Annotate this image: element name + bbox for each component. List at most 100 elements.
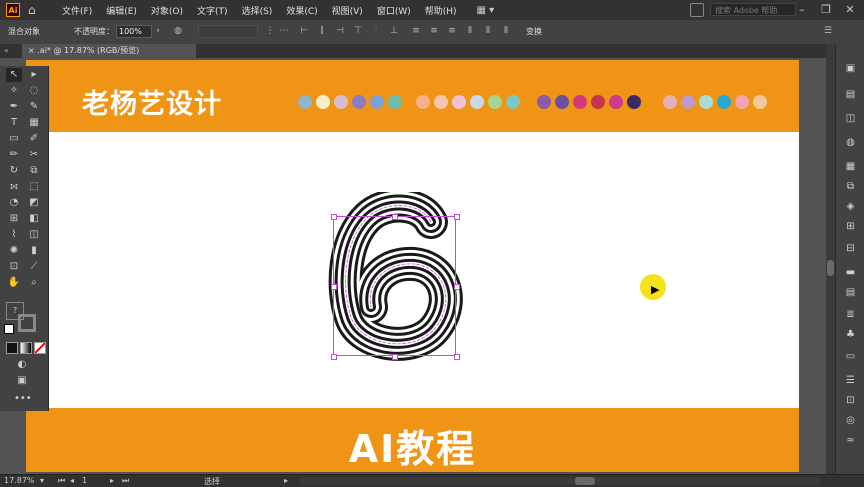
menu-object[interactable]: 对象(O) (151, 4, 183, 17)
vertical-scrollbar[interactable] (826, 44, 835, 474)
blend-tool-icon[interactable]: ◫ (26, 228, 42, 242)
zoom-level[interactable]: 17.87% (4, 476, 35, 485)
rectangle-tool-icon[interactable]: ▭ (6, 132, 22, 146)
type-tool-icon[interactable]: T (6, 116, 22, 130)
edit-toolbar-icon[interactable]: ••• (14, 392, 32, 406)
draw-mode-icon[interactable]: ◐ (14, 358, 30, 372)
menu-edit[interactable]: 编辑(E) (106, 4, 137, 17)
zoom-tool-icon[interactable]: ⌕ (26, 276, 42, 290)
artboard-tool-icon[interactable]: ⊡ (6, 260, 22, 274)
first-artboard-icon[interactable]: ⏮ (58, 476, 65, 486)
paragraph-panel-icon[interactable]: ▤ (843, 286, 858, 300)
menu-window[interactable]: 窗口(W) (377, 4, 411, 17)
menu-file[interactable]: 文件(F) (62, 4, 92, 17)
rotate-tool-icon[interactable]: ↻ (6, 164, 22, 178)
maximize-icon[interactable]: ❐ (814, 0, 838, 20)
distribute-vcenter-icon[interactable]: ≡ (428, 25, 440, 38)
direct-selection-tool-icon[interactable]: ▸ (26, 68, 42, 82)
gradient-tool-icon[interactable]: ◧ (26, 212, 42, 226)
scrollbar-thumb[interactable] (575, 477, 595, 485)
distribute-right-icon[interactable]: ⦀ (500, 25, 512, 38)
symbol-sprayer-tool-icon[interactable]: ✺ (6, 244, 22, 258)
appearance-panel-icon[interactable]: ☰ (843, 374, 858, 388)
distribute-bottom-icon[interactable]: ≡ (446, 25, 458, 38)
align-right-icon[interactable]: ⊣ (334, 25, 346, 38)
color-mode-icon[interactable] (6, 342, 18, 354)
artboard-number[interactable]: 1 (82, 476, 87, 485)
curvature-tool-icon[interactable]: ✎ (26, 100, 42, 114)
distribute-hcenter-icon[interactable]: ⦀ (482, 25, 494, 38)
transparency-panel-icon[interactable]: ≈ (843, 434, 858, 448)
menu-effect[interactable]: 效果(C) (286, 4, 317, 17)
align-left-icon[interactable]: ⊢ (298, 25, 310, 38)
transform-panel-icon[interactable]: ⊞ (843, 220, 858, 234)
stroke-swatch[interactable] (18, 314, 36, 332)
eyedropper-tool-icon[interactable]: ⌇ (6, 228, 22, 242)
scrollbar-thumb[interactable] (827, 260, 834, 276)
scissors-tool-icon[interactable]: ✂ (26, 148, 42, 162)
perspective-grid-tool-icon[interactable]: ◩ (26, 196, 42, 210)
layers-panel-icon[interactable]: ◈ (843, 200, 858, 214)
next-artboard-icon[interactable]: ▸ (110, 476, 114, 485)
status-menu-icon[interactable]: ▸ (284, 476, 288, 485)
close-icon[interactable]: ✕ (838, 0, 862, 20)
transform-link[interactable]: 变换 (526, 26, 542, 37)
hand-tool-icon[interactable]: ✋ (6, 276, 22, 290)
align-bottom-icon[interactable]: ⊥ (388, 25, 400, 38)
distribute-top-icon[interactable]: ≡ (410, 25, 422, 38)
resize-handle[interactable] (392, 214, 398, 220)
workspace-switcher-icon[interactable]: ▦ ▾ (477, 5, 495, 16)
arrange-documents-icon[interactable] (690, 3, 704, 17)
shaper-tool-icon[interactable]: ✏ (6, 148, 22, 162)
none-mode-icon[interactable] (34, 342, 46, 354)
resize-handle[interactable] (454, 214, 460, 220)
properties-panel-icon[interactable]: ▣ (843, 62, 858, 76)
prev-artboard-icon[interactable]: ◂ (70, 476, 74, 485)
resize-handle[interactable] (331, 284, 337, 290)
selection-bounding-box[interactable] (333, 216, 456, 356)
close-tab-icon[interactable]: × (28, 46, 37, 55)
menu-select[interactable]: 选择(S) (242, 4, 273, 17)
zoom-dropdown-icon[interactable]: ▾ (40, 476, 44, 485)
slice-tool-icon[interactable]: ⟋ (26, 260, 42, 274)
artboard[interactable]: 老杨艺设计 ▶ AI教程 (26, 60, 799, 472)
libraries-panel-icon[interactable]: ▤ (843, 88, 858, 102)
default-fill-stroke-icon[interactable] (4, 324, 14, 334)
scale-tool-icon[interactable]: ⧉ (26, 164, 42, 178)
column-graph-tool-icon[interactable]: ▮ (26, 244, 42, 258)
distribute-icon[interactable]: ⋯ (278, 25, 290, 38)
mesh-tool-icon[interactable]: ⊞ (6, 212, 22, 226)
width-tool-icon[interactable]: ⟗ (6, 180, 22, 194)
grid-tool-icon[interactable]: ▦ (26, 116, 42, 130)
brushes-panel-icon[interactable]: ◎ (843, 414, 858, 428)
align-to-icon[interactable]: ⋮ (264, 25, 276, 38)
image-trace-panel-icon[interactable]: ◫ (843, 112, 858, 126)
document-tab[interactable]: × .ai* @ 17.87% (RGB/预览) (22, 44, 196, 58)
last-artboard-icon[interactable]: ⏭ (122, 476, 129, 486)
resize-handle[interactable] (331, 214, 337, 220)
align-hcenter-icon[interactable]: ⫿ (316, 25, 328, 38)
opacity-arrow-icon[interactable]: › (152, 25, 164, 38)
menu-type[interactable]: 文字(T) (197, 4, 228, 17)
lasso-tool-icon[interactable]: ◌ (26, 84, 42, 98)
recolor-icon[interactable]: ◍ (172, 25, 184, 38)
resize-handle[interactable] (454, 354, 460, 360)
menu-help[interactable]: 帮助(H) (425, 4, 457, 17)
tab-scroll-icon[interactable]: « (4, 44, 9, 58)
distribute-left-icon[interactable]: ⦀ (464, 25, 476, 38)
align-top-icon[interactable]: ⊤ (352, 25, 364, 38)
align-vcenter-icon[interactable]: ⫶ (370, 25, 382, 38)
character-panel-icon[interactable]: ▬ (843, 266, 858, 280)
search-input[interactable]: 搜索 Adobe 帮助 (710, 3, 796, 16)
stroke-panel-icon[interactable]: ≣ (843, 308, 858, 322)
swatches-panel-icon[interactable]: ▦ (843, 160, 858, 174)
artboards-panel-icon[interactable]: ⧉ (843, 180, 858, 194)
free-transform-tool-icon[interactable]: ⬚ (26, 180, 42, 194)
screen-mode-icon[interactable]: ▣ (14, 374, 30, 388)
align-panel-icon[interactable]: ⊟ (843, 242, 858, 256)
shape-builder-tool-icon[interactable]: ◔ (6, 196, 22, 210)
resize-handle[interactable] (454, 284, 460, 290)
selection-tool-icon[interactable]: ↖ (6, 68, 22, 82)
minimize-icon[interactable]: – (790, 0, 814, 20)
graphic-styles-panel-icon[interactable]: ⊡ (843, 394, 858, 408)
